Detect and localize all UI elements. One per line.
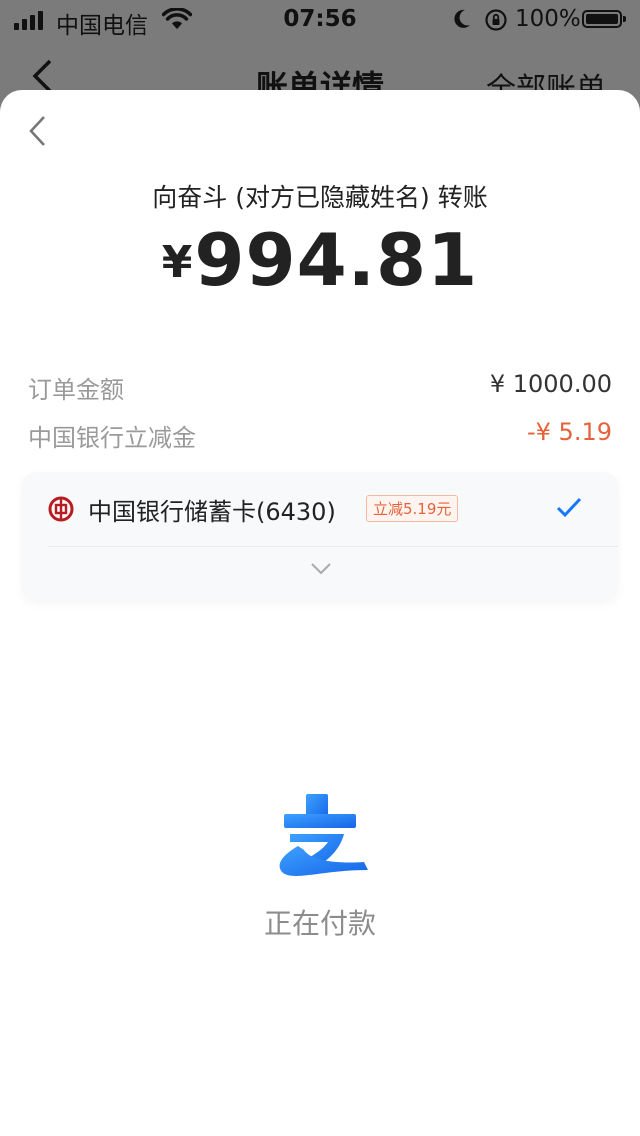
order-amount-label: 订单金额 [28,376,124,404]
orientation-lock-icon [485,9,507,31]
order-amount-value: ¥ 1000.00 [489,370,612,398]
chevron-down-icon [311,563,331,575]
payment-screen: 中国电信 07:56 100% 账单详情 全部账单 [0,0,640,1136]
battery-icon [582,10,626,28]
checkmark-icon [556,497,582,518]
status-bar: 中国电信 07:56 100% [0,0,640,40]
alipay-logo-icon [279,794,368,876]
do-not-disturb-icon [454,9,470,28]
back-button[interactable] [26,114,56,148]
discount-label: 中国银行立减金 [28,424,196,452]
payment-sheet: 向奋斗 (对方已隐藏姓名) 转账 ¥994.81 订单金额 ¥ 1000.00 … [0,90,640,1136]
payment-method-option[interactable]: 中国银行储蓄卡(6430) 立减5.19元 [22,472,618,546]
chevron-left-icon [29,116,45,146]
bank-of-china-icon [48,496,74,522]
payment-method-card: 中国银行储蓄卡(6430) 立减5.19元 [22,472,618,600]
battery-percentage: 100% [515,6,581,32]
discount-row: 中国银行立减金 -¥ 5.19 [28,418,612,454]
payment-method-name: 中国银行储蓄卡(6430) [88,498,336,526]
currency-symbol: ¥ [161,237,193,288]
payment-status-text: 正在付款 [263,907,376,940]
order-amount-row: 订单金额 ¥ 1000.00 [28,370,612,406]
promo-badge: 立减5.19元 [366,495,459,522]
expand-payment-methods-button[interactable] [22,548,618,600]
discount-value: -¥ 5.19 [527,418,612,446]
amount-value: 994.81 [194,218,479,302]
divider [48,546,618,547]
payment-amount: ¥994.81 [0,218,640,302]
payee-title: 向奋斗 (对方已隐藏姓名) 转账 [152,183,488,212]
